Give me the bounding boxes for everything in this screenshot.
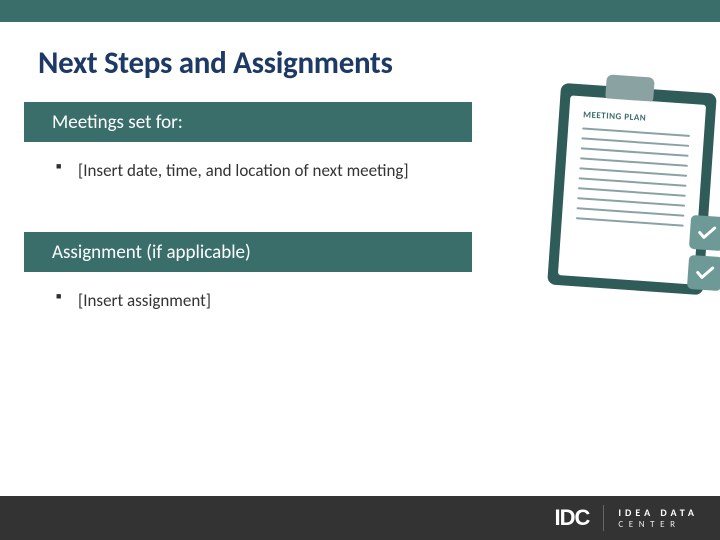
clipboard-paper: MEETING PLAN [558, 95, 706, 284]
paper-line [581, 137, 689, 147]
checkmark-icon [689, 215, 720, 251]
section-label: Assignment (if applicable) [52, 241, 251, 264]
section-label: Meetings set for: [52, 111, 183, 134]
paper-line [576, 217, 684, 227]
paper-line [579, 167, 687, 177]
bullet-list-meetings: [Insert date, time, and location of next… [56, 158, 456, 184]
paper-line [577, 197, 685, 207]
logo-divider [603, 505, 604, 531]
bullet-list-assignment: [Insert assignment] [56, 288, 456, 314]
section-heading-assignment: Assignment (if applicable) [24, 232, 472, 272]
paper-line [577, 207, 685, 217]
logo-abbrev-text: IDC [554, 505, 589, 531]
list-item: [Insert date, time, and location of next… [56, 158, 456, 184]
footer-bar: IDC IDEA DATA CENTER [0, 496, 720, 540]
list-item: [Insert assignment] [56, 288, 456, 314]
logo-abbrev: IDC [554, 505, 589, 531]
section-heading-meetings: Meetings set for: [24, 102, 472, 142]
paper-line [580, 157, 688, 167]
paper-line [578, 187, 686, 197]
clipboard-clip [605, 74, 655, 101]
top-accent-bar [0, 0, 720, 22]
paper-line [581, 147, 689, 157]
logo-line1: IDEA DATA [618, 508, 698, 518]
checkmark-icon [687, 255, 720, 291]
paper-line [582, 127, 690, 137]
slide-title: Next Steps and Assignments [38, 44, 393, 82]
clipboard-illustration: MEETING PLAN [528, 78, 720, 348]
clipboard-title: MEETING PLAN [583, 109, 691, 126]
logo-fulltext: IDEA DATA CENTER [618, 508, 698, 529]
logo-line2: CENTER [618, 520, 698, 529]
paper-line [579, 177, 687, 187]
